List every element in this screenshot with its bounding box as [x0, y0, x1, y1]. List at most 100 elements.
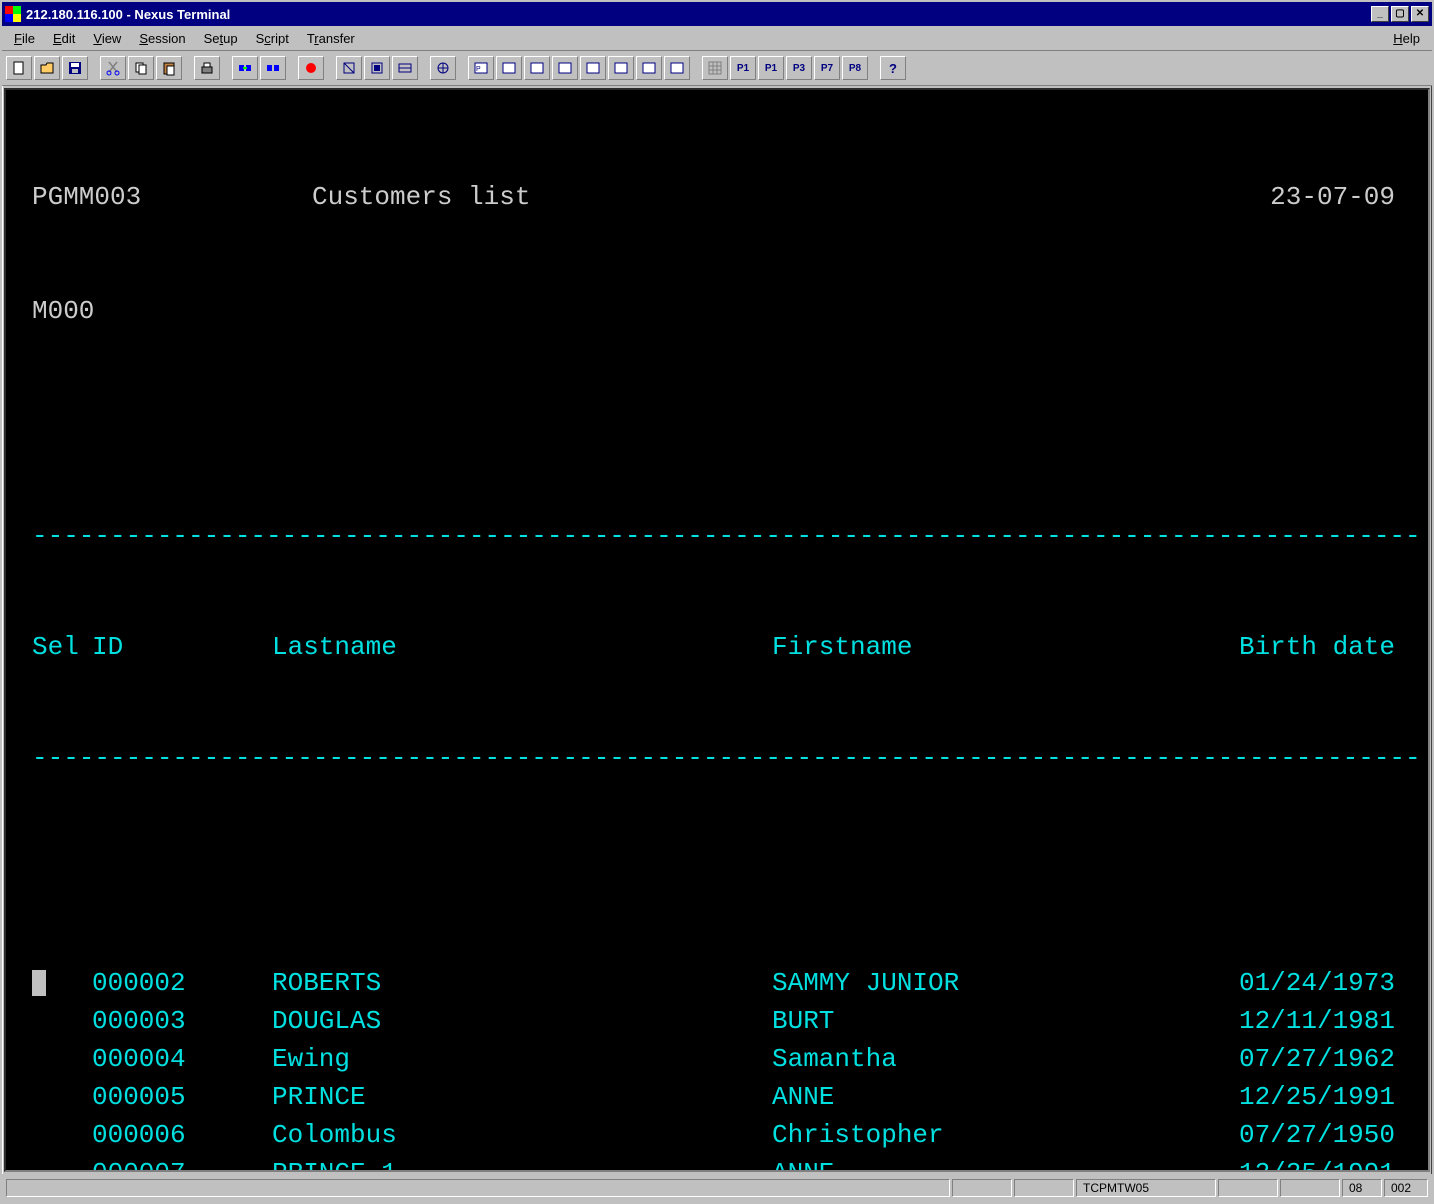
table-row: 000005PRINCEANNE12/25/1991 — [14, 1078, 1420, 1116]
minimize-button[interactable]: _ — [1371, 6, 1389, 22]
menubar: File Edit View Session Setup Script Tran… — [2, 26, 1432, 51]
sel-field[interactable] — [14, 964, 92, 1002]
app-icon — [5, 6, 21, 22]
terminal-area[interactable]: PGMM003 Customers list 23-07-09 M000 ---… — [4, 88, 1430, 1172]
paste-button[interactable] — [156, 56, 182, 80]
statusbar: TCPMTW05 08 002 — [2, 1174, 1432, 1202]
status-session: TCPMTW05 — [1076, 1179, 1216, 1197]
divider: ----------------------------------------… — [14, 742, 1420, 774]
cell-birthdate: 12/25/1991 — [1132, 1154, 1420, 1172]
divider: ----------------------------------------… — [14, 520, 1420, 552]
cell-id: 000004 — [92, 1040, 272, 1078]
connect-button[interactable] — [232, 56, 258, 80]
window-buttons: _ ▢ ✕ — [1371, 6, 1429, 22]
cell-firstname: BURT — [772, 1002, 1132, 1040]
cell-lastname: PRINCE — [272, 1078, 772, 1116]
svg-text:?: ? — [889, 61, 897, 76]
pf-button-1[interactable]: P — [468, 56, 494, 80]
menu-transfer[interactable]: Transfer — [299, 29, 363, 48]
header-lastname: Lastname — [272, 628, 772, 666]
cell-id: 000005 — [92, 1078, 272, 1116]
pf-button-3[interactable] — [524, 56, 550, 80]
tool-button-3[interactable] — [392, 56, 418, 80]
menu-view[interactable]: View — [85, 29, 129, 48]
app-window: 212.180.116.100 - Nexus Terminal _ ▢ ✕ F… — [0, 0, 1434, 1204]
table-row: 000002ROBERTSSAMMY JUNIOR01/24/1973 — [14, 964, 1420, 1002]
cell-id: 000003 — [92, 1002, 272, 1040]
tool-button-4[interactable] — [430, 56, 456, 80]
header-sel: Sel — [14, 628, 92, 666]
cell-lastname: DOUGLAS — [272, 1002, 772, 1040]
menu-edit[interactable]: Edit — [45, 29, 83, 48]
close-button[interactable]: ✕ — [1411, 6, 1429, 22]
menu-script[interactable]: Script — [248, 29, 297, 48]
pf-button-7[interactable] — [636, 56, 662, 80]
table-row: 000006ColombusChristopher07/27/1950 — [14, 1116, 1420, 1154]
cursor — [32, 970, 46, 996]
pf-button-4[interactable] — [552, 56, 578, 80]
status-panel-5 — [1218, 1179, 1278, 1197]
help-button[interactable]: ? — [880, 56, 906, 80]
grid-button[interactable] — [702, 56, 728, 80]
window-title: 212.180.116.100 - Nexus Terminal — [26, 7, 1371, 22]
menu-session[interactable]: Session — [131, 29, 193, 48]
pf-button-6[interactable] — [608, 56, 634, 80]
cell-firstname: ANNE — [772, 1078, 1132, 1116]
map-id: M000 — [14, 292, 312, 330]
table-row: 000007PRINCE 1ANNE12/25/1991 — [14, 1154, 1420, 1172]
pa-button-2[interactable]: P1 — [758, 56, 784, 80]
cell-firstname: SAMMY JUNIOR — [772, 964, 1132, 1002]
status-col: 08 — [1342, 1179, 1382, 1197]
maximize-button[interactable]: ▢ — [1391, 6, 1409, 22]
cell-id: 000007 — [92, 1154, 272, 1172]
column-headers: Sel ID Lastname Firstname Birth date — [14, 628, 1420, 666]
cut-button[interactable] — [100, 56, 126, 80]
print-button[interactable] — [194, 56, 220, 80]
copy-button[interactable] — [128, 56, 154, 80]
pf-button-8[interactable] — [664, 56, 690, 80]
header-firstname: Firstname — [772, 628, 1132, 666]
cell-birthdate: 01/24/1973 — [1132, 964, 1420, 1002]
save-button[interactable] — [62, 56, 88, 80]
program-id: PGMM003 — [14, 178, 312, 216]
cell-birthdate: 12/25/1991 — [1132, 1078, 1420, 1116]
status-panel-3 — [1014, 1179, 1074, 1197]
cell-firstname: Samantha — [772, 1040, 1132, 1078]
menu-setup[interactable]: Setup — [196, 29, 246, 48]
tool-button-1[interactable] — [336, 56, 362, 80]
tool-button-2[interactable] — [364, 56, 390, 80]
disconnect-button[interactable] — [260, 56, 286, 80]
status-row: 002 — [1384, 1179, 1428, 1197]
header-id: ID — [92, 628, 272, 666]
cell-id: 000006 — [92, 1116, 272, 1154]
cell-lastname: Ewing — [272, 1040, 772, 1078]
new-button[interactable] — [6, 56, 32, 80]
pa-button-3[interactable]: P3 — [786, 56, 812, 80]
header-birthdate: Birth date — [1132, 628, 1420, 666]
status-panel-6 — [1280, 1179, 1340, 1197]
cell-birthdate: 12/11/1981 — [1132, 1002, 1420, 1040]
open-button[interactable] — [34, 56, 60, 80]
cell-lastname: ROBERTS — [272, 964, 772, 1002]
screen-title: Customers list — [312, 178, 530, 216]
menu-file[interactable]: File — [6, 29, 43, 48]
record-button[interactable] — [298, 56, 324, 80]
pa-button-4[interactable]: P7 — [814, 56, 840, 80]
pa-button-1[interactable]: P1 — [730, 56, 756, 80]
cell-birthdate: 07/27/1962 — [1132, 1040, 1420, 1078]
cell-firstname: Christopher — [772, 1116, 1132, 1154]
pf-button-5[interactable] — [580, 56, 606, 80]
cell-lastname: PRINCE 1 — [272, 1154, 772, 1172]
toolbar: P P1 P1 P3 P7 P8 ? — [2, 51, 1432, 86]
pa-button-5[interactable]: P8 — [842, 56, 868, 80]
terminal-screen[interactable]: PGMM003 Customers list 23-07-09 M000 ---… — [14, 102, 1420, 1158]
screen-date: 23-07-09 — [530, 178, 1420, 216]
pf-button-2[interactable] — [496, 56, 522, 80]
titlebar: 212.180.116.100 - Nexus Terminal _ ▢ ✕ — [2, 2, 1432, 26]
status-panel-2 — [952, 1179, 1012, 1197]
cell-birthdate: 07/27/1950 — [1132, 1116, 1420, 1154]
table-row: 000004EwingSamantha07/27/1962 — [14, 1040, 1420, 1078]
svg-text:P: P — [476, 66, 481, 73]
status-panel-main — [6, 1179, 950, 1197]
menu-help[interactable]: Help — [1385, 29, 1428, 48]
